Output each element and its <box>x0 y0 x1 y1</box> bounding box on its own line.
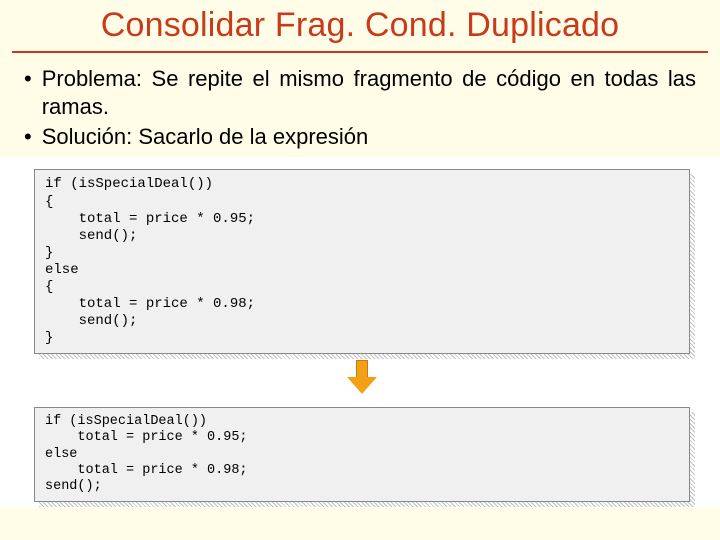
bullet-dot: • <box>24 65 32 93</box>
code-section: if (isSpecialDeal()) { total = price * 0… <box>0 157 720 508</box>
bullet-problem-text: Problema: Se repite el mismo fragmento d… <box>42 65 696 121</box>
code-before-box: if (isSpecialDeal()) { total = price * 0… <box>34 169 690 354</box>
arrow-down-icon <box>347 360 377 394</box>
bullet-dot: • <box>24 123 32 151</box>
bullet-solution-label: Solución: <box>42 124 133 149</box>
bullet-problem: • Problema: Se repite el mismo fragmento… <box>24 65 696 121</box>
arrow-down <box>34 360 690 399</box>
slide-title: Consolidar Frag. Cond. Duplicado <box>12 0 708 53</box>
bullet-solution-text: Solución: Sacarlo de la expresión <box>42 123 696 151</box>
code-before: if (isSpecialDeal()) { total = price * 0… <box>34 169 690 354</box>
code-after: if (isSpecialDeal()) total = price * 0.9… <box>34 407 690 502</box>
bullet-solution: • Solución: Sacarlo de la expresión <box>24 123 696 151</box>
bullet-problem-label: Problema: <box>42 66 142 91</box>
code-after-box: if (isSpecialDeal()) total = price * 0.9… <box>34 407 690 502</box>
bullet-list: • Problema: Se repite el mismo fragmento… <box>0 53 720 151</box>
bullet-solution-rest: Sacarlo de la expresión <box>132 124 368 149</box>
